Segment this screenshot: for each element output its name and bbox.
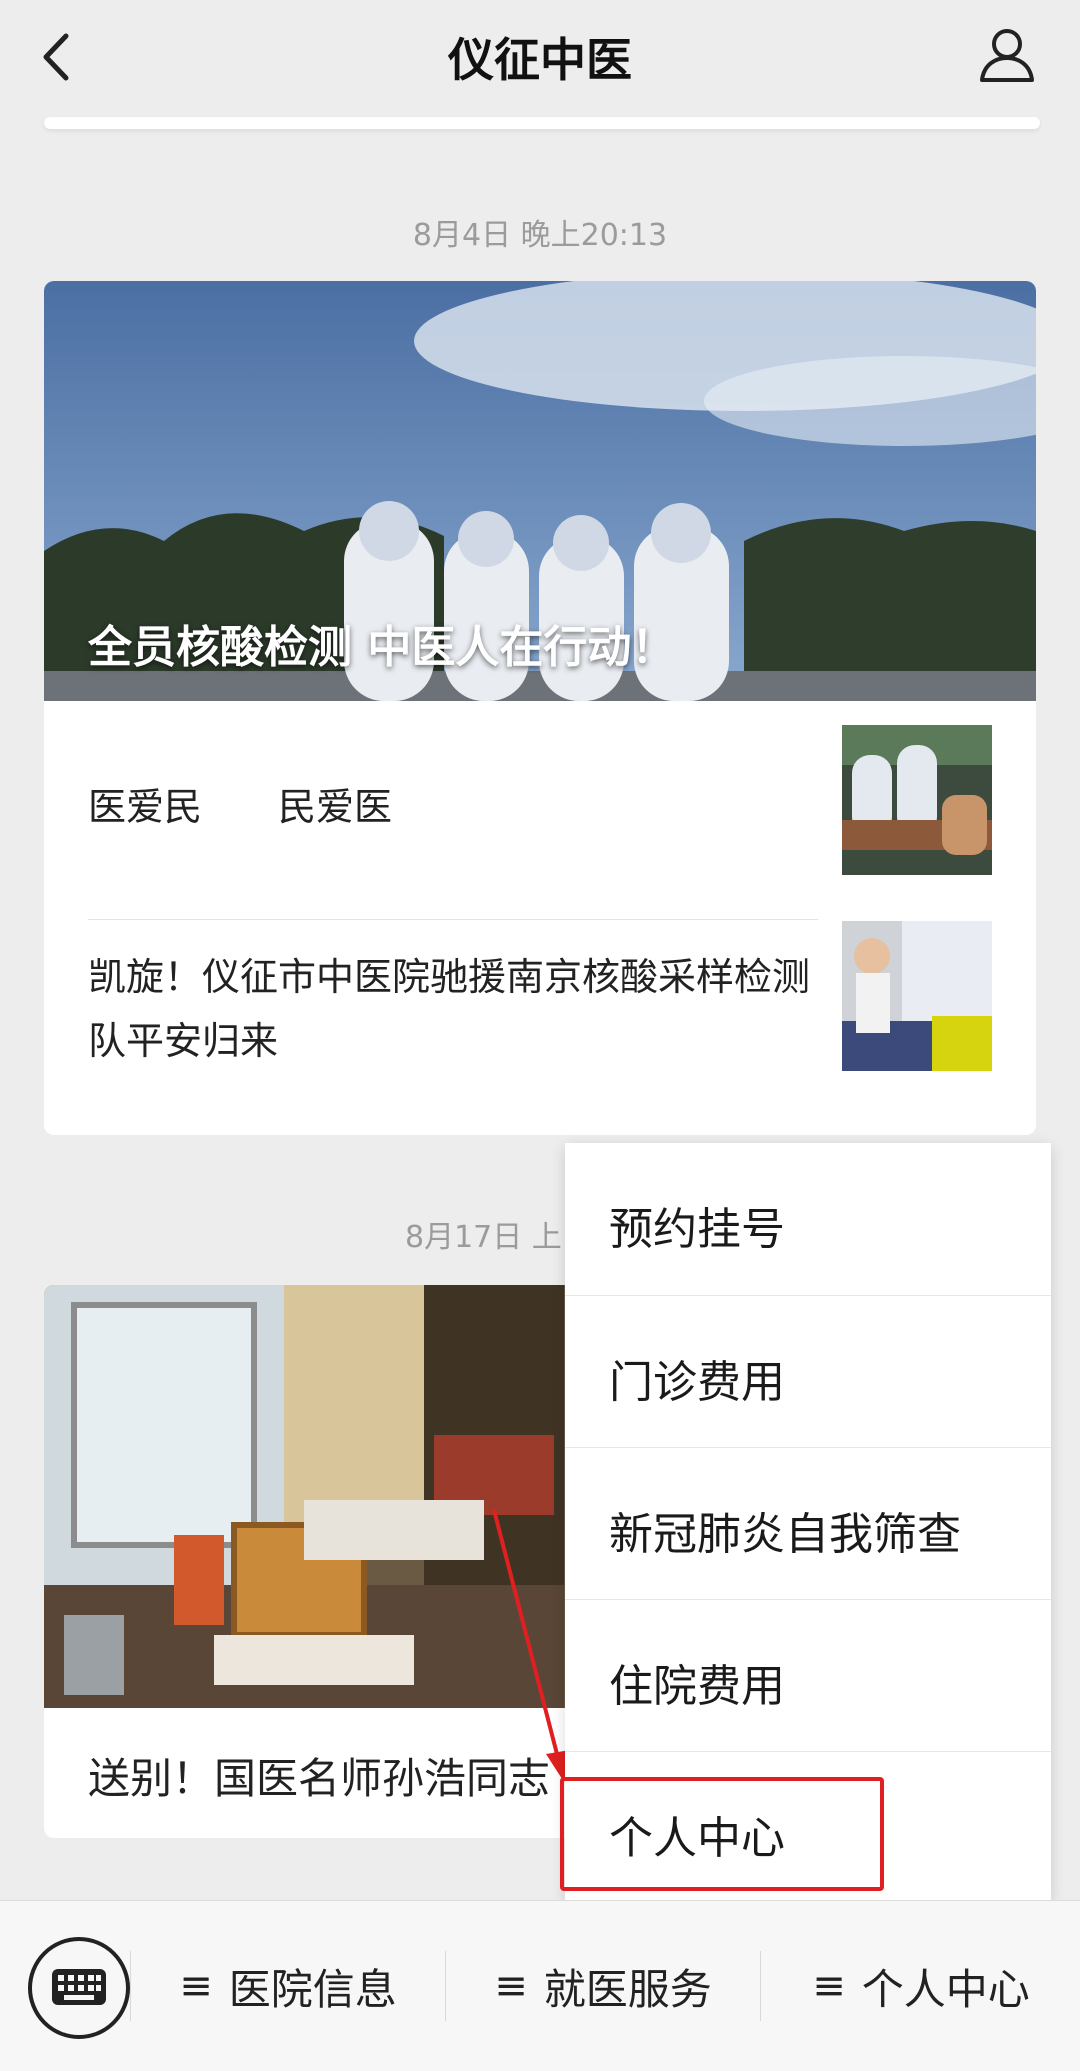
tab-label: 就医服务: [543, 1964, 712, 2014]
divider: [445, 1951, 446, 2021]
keyboard-icon[interactable]: [28, 1937, 130, 2039]
top-bar: 仪征中医: [0, 0, 1080, 115]
menu-lines-icon: ≡: [494, 1963, 528, 2009]
menu-item-appointment[interactable]: 预约挂号: [565, 1143, 1051, 1295]
menu-lines-icon: ≡: [812, 1963, 846, 2009]
menu-item-label: 门诊费用: [609, 1357, 785, 1408]
list-item-title: 凯旋！仪征市中医院驰援南京核酸采样检测队平安归来: [88, 955, 811, 1063]
menu-item-label: 新冠肺炎自我筛查: [609, 1509, 961, 1560]
timestamp: 8月4日 晚上20:13: [412, 218, 668, 253]
tab-medical-services[interactable]: ≡ 就医服务: [447, 1901, 759, 2071]
page-title: 仪征中医: [448, 33, 632, 87]
list-item-title: 医爱民 民爱医: [88, 785, 393, 829]
menu-item-covid-self-check[interactable]: 新冠肺炎自我筛查: [565, 1448, 1051, 1600]
previous-card-edge: [44, 117, 1040, 129]
tab-label: 医院信息: [228, 1964, 397, 2014]
divider: [88, 919, 818, 920]
bottom-menu-bar: ≡ 医院信息 ≡ 就医服务 ≡ 个人中心: [0, 1900, 1080, 2071]
article-card: 全员核酸检测 中医人在行动！ 医爱民 民爱医 凯旋！仪征市中医院驰援南京核酸采样…: [44, 281, 1036, 1135]
list-item-thumbnail: [842, 921, 992, 1071]
highlight-box: [560, 1777, 884, 1891]
cover-image[interactable]: 全员核酸检测 中医人在行动！: [44, 281, 1036, 701]
menu-item-outpatient-fees[interactable]: 门诊费用: [565, 1296, 1051, 1448]
divider: [760, 1951, 761, 2021]
list-item[interactable]: 医爱民 民爱医: [44, 701, 1036, 915]
tab-label: 个人中心: [861, 1964, 1030, 2014]
divider: [130, 1951, 131, 2021]
cover-title: 全员核酸检测 中医人在行动！: [88, 622, 676, 673]
menu-lines-icon: ≡: [179, 1963, 213, 2009]
tab-hospital-info[interactable]: ≡ 医院信息: [132, 1901, 444, 2071]
user-icon[interactable]: [978, 26, 1036, 84]
list-item[interactable]: 凯旋！仪征市中医院驰援南京核酸采样检测队平安归来: [44, 921, 1036, 1135]
tab-personal-center[interactable]: ≡ 个人中心: [762, 1901, 1080, 2071]
timestamp: 8月17日 上: [405, 1220, 562, 1255]
menu-item-label: 住院费用: [609, 1661, 785, 1712]
menu-item-inpatient-fees[interactable]: 住院费用: [565, 1600, 1051, 1752]
list-item-thumbnail: [842, 725, 992, 875]
menu-item-label: 预约挂号: [609, 1204, 785, 1255]
